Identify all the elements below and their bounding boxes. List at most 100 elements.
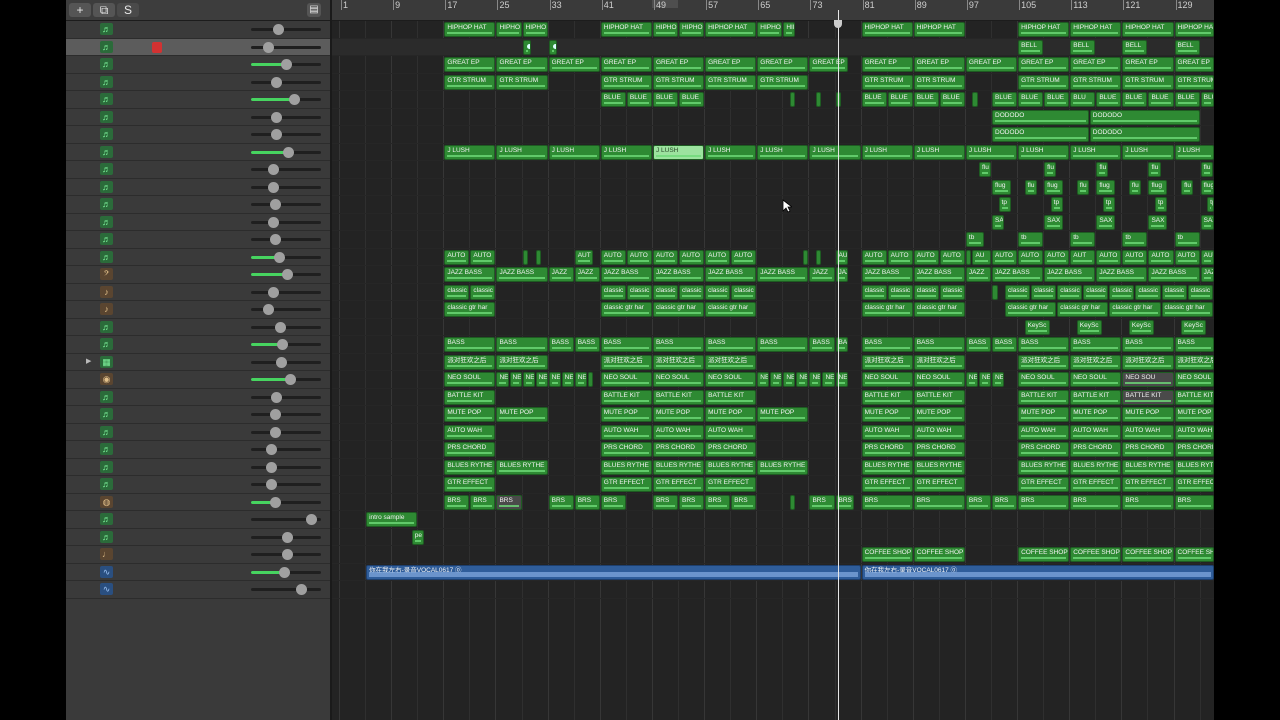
record-enable-button[interactable] [152, 427, 162, 438]
midi-region[interactable]: classic [600, 284, 626, 300]
volume-knob[interactable] [268, 181, 279, 193]
midi-region[interactable]: NE [535, 372, 548, 387]
midi-region[interactable]: GTR STRUM [652, 74, 705, 90]
midi-region[interactable]: GREAT EP [1018, 57, 1070, 72]
midi-region[interactable]: AUTO [913, 249, 939, 265]
audio-region[interactable]: 你在我左右-录音VOCAL0617 ⓪ [861, 564, 1214, 580]
midi-region[interactable]: BASS [548, 337, 574, 352]
midi-region[interactable]: GTR STRUM [1070, 74, 1122, 90]
midi-region[interactable]: BELL [1070, 39, 1096, 55]
record-enable-button[interactable] [152, 182, 162, 193]
solo-button[interactable] [137, 164, 147, 175]
volume-knob[interactable] [266, 461, 277, 473]
midi-region[interactable]: GTR STRUM [1174, 74, 1214, 90]
midi-region[interactable]: JAZZ BASS [861, 267, 913, 282]
midi-region[interactable]: J LUSH [652, 144, 705, 160]
midi-region[interactable]: MUTE POP [444, 407, 496, 422]
midi-region[interactable]: J LUSH [1070, 144, 1122, 160]
midi-region[interactable]: BRS [1174, 494, 1214, 510]
midi-region[interactable]: SAX [1044, 214, 1063, 230]
midi-region[interactable]: NE [809, 372, 822, 387]
midi-region[interactable] [522, 249, 529, 265]
midi-region[interactable]: 派对狂欢之后 [1018, 354, 1070, 370]
mute-button[interactable] [123, 374, 133, 385]
midi-region[interactable]: GTR EFFECT [1070, 477, 1122, 492]
midi-region[interactable]: BATTLE KIT [1174, 389, 1214, 405]
midi-region[interactable]: BLUE [600, 92, 626, 107]
midi-region[interactable]: PRS CHORD [705, 442, 757, 457]
midi-region[interactable]: JAZZ [809, 267, 835, 282]
midi-region[interactable]: BLUE [1174, 92, 1200, 107]
midi-region[interactable]: BASS [965, 337, 991, 352]
midi-region[interactable]: NEO SOUL [1174, 372, 1214, 387]
record-enable-button[interactable] [152, 462, 162, 473]
midi-region[interactable]: BRS [992, 494, 1018, 510]
playhead-handle[interactable] [833, 20, 842, 28]
mute-button[interactable] [123, 112, 133, 123]
midi-region[interactable]: flug [1148, 179, 1168, 195]
midi-region[interactable]: classic gtr har [600, 302, 652, 317]
midi-region[interactable]: flug [1200, 179, 1214, 195]
solo-button[interactable] [137, 409, 147, 420]
midi-region[interactable]: MUTE POP [1174, 407, 1214, 422]
volume-slider[interactable] [251, 59, 321, 70]
midi-region[interactable]: NE [496, 372, 509, 387]
record-enable-button[interactable] [152, 479, 162, 490]
mute-button[interactable] [123, 164, 133, 175]
volume-slider[interactable] [251, 321, 321, 333]
midi-region[interactable]: HIPHOP HAT [1018, 22, 1070, 37]
track-header-row[interactable]: ♬ [66, 406, 330, 424]
midi-region[interactable]: KeySc [1181, 319, 1207, 335]
track-header-row[interactable]: ♬ [66, 511, 330, 529]
midi-region[interactable]: BRS [809, 494, 835, 510]
midi-region[interactable]: MUTE POP [496, 407, 548, 422]
volume-knob[interactable] [274, 251, 285, 263]
volume-knob[interactable] [268, 164, 279, 175]
track-header-row[interactable]: ♬ [66, 441, 330, 459]
midi-region[interactable]: 派对狂欢之后 [1174, 354, 1214, 370]
midi-region[interactable]: HIPHOP HAT [1070, 22, 1122, 37]
midi-region[interactable]: MUTE POP [1070, 407, 1122, 422]
midi-region[interactable]: PRS CHORD [1018, 442, 1070, 457]
midi-region[interactable]: classic [731, 284, 757, 300]
audio-region[interactable]: 你在我左右-录音VOCAL0617 ⓪ [366, 564, 861, 580]
mute-button[interactable] [123, 392, 133, 403]
solo-button[interactable] [137, 549, 147, 560]
volume-slider[interactable] [251, 234, 321, 245]
volume-slider[interactable] [251, 531, 321, 543]
midi-region[interactable]: GREAT EP [496, 57, 548, 72]
midi-region[interactable]: AUTO [731, 249, 757, 265]
midi-region[interactable]: classic [1057, 284, 1083, 300]
track-header-row[interactable]: ♬ [66, 144, 330, 161]
midi-region[interactable]: AUTO [1122, 249, 1148, 265]
midi-region[interactable]: NE [783, 372, 796, 387]
midi-region[interactable] [972, 92, 978, 107]
midi-region[interactable]: classic gtr har [1161, 302, 1213, 317]
track-header-row[interactable]: ♩ [66, 546, 330, 564]
midi-region[interactable]: NE [992, 372, 1005, 387]
solo-button[interactable] [137, 462, 147, 473]
midi-region[interactable]: 派对狂欢之后 [705, 354, 757, 370]
midi-region[interactable]: J LUSH [757, 144, 809, 160]
midi-region[interactable]: JAZZ BASS [496, 267, 548, 282]
volume-slider[interactable] [251, 269, 321, 280]
midi-region[interactable]: DODODO [1089, 127, 1200, 142]
midi-region[interactable]: JAZZ BASS [1044, 267, 1096, 282]
volume-slider[interactable] [251, 426, 321, 438]
midi-region[interactable]: SAX [1200, 214, 1214, 230]
record-enable-button[interactable] [152, 164, 162, 175]
solo-button[interactable] [137, 147, 147, 158]
midi-region[interactable]: GREAT EP [861, 57, 913, 72]
solo-button[interactable] [137, 269, 147, 280]
midi-region[interactable]: J LUSH [548, 144, 600, 160]
mute-button[interactable] [123, 409, 133, 420]
midi-region[interactable]: flu [1096, 162, 1109, 177]
midi-region[interactable]: NEO SOUL [1070, 372, 1122, 387]
midi-region[interactable]: JAZZ [965, 267, 991, 282]
midi-region[interactable]: JAZZ BASS [757, 267, 809, 282]
midi-region[interactable]: JAZZ BASS [992, 267, 1044, 282]
volume-slider[interactable] [251, 409, 321, 420]
midi-region[interactable]: BRS [1018, 494, 1070, 510]
midi-region[interactable]: NE [796, 372, 809, 387]
midi-region[interactable]: BASS [600, 337, 652, 352]
